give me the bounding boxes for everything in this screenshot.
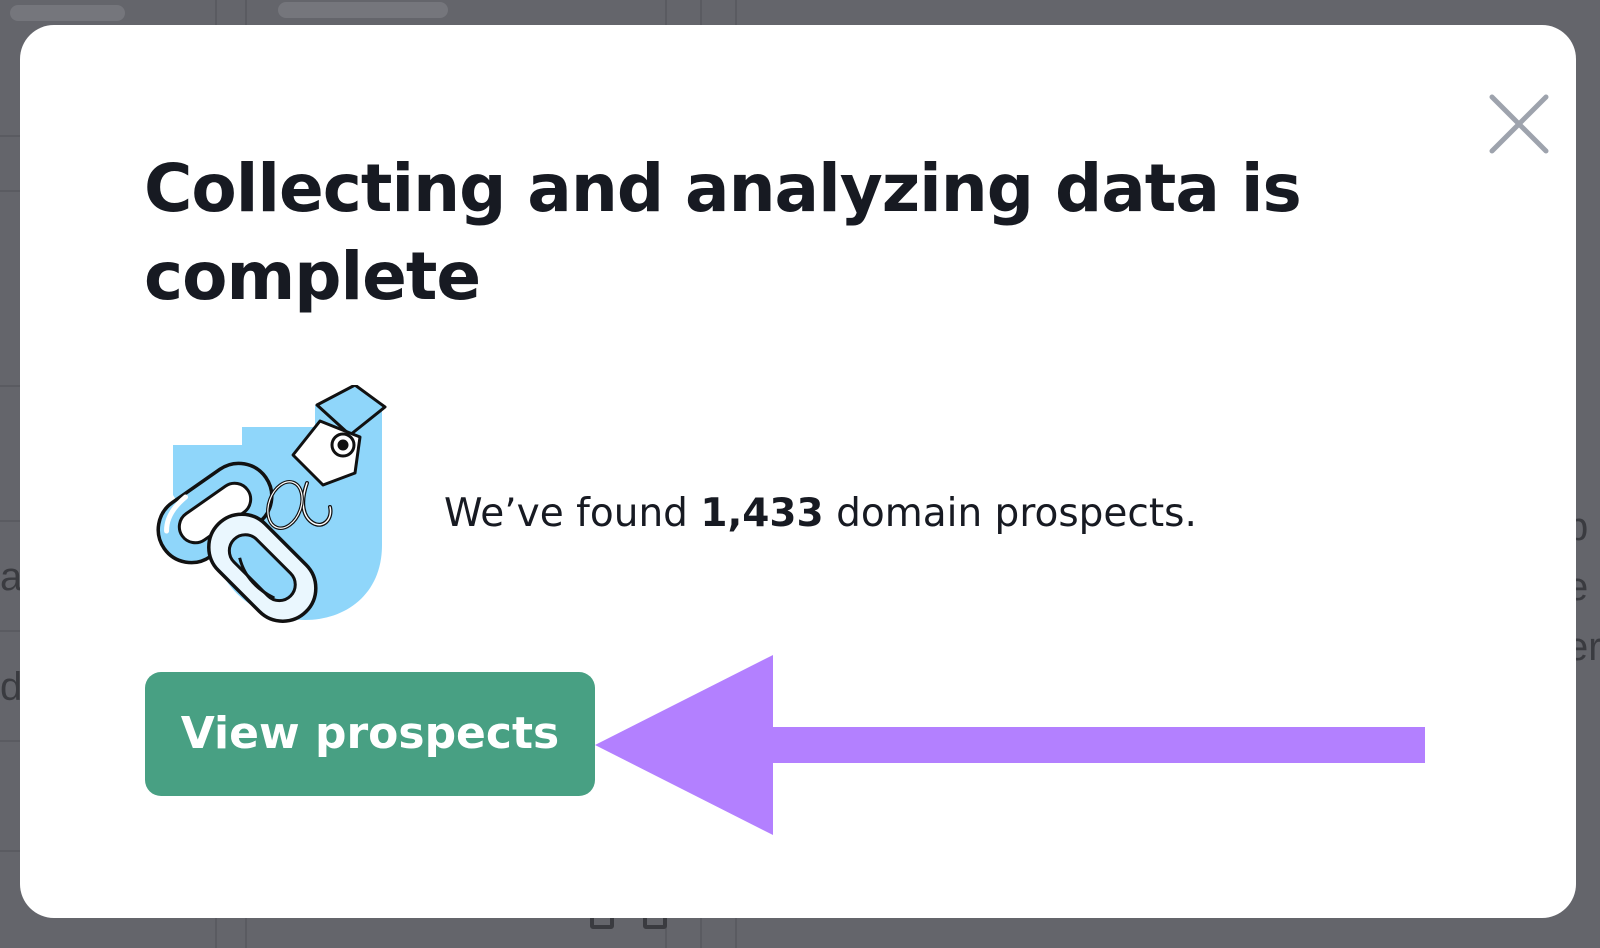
background-divider bbox=[0, 135, 20, 137]
background-pill bbox=[10, 5, 125, 21]
background-divider bbox=[0, 520, 20, 522]
background-divider bbox=[0, 385, 20, 387]
background-text: a bbox=[0, 555, 23, 599]
prospects-count: 1,433 bbox=[700, 491, 824, 536]
message-prefix: We’ve found bbox=[444, 491, 701, 536]
message-suffix: domain prospects. bbox=[823, 491, 1197, 536]
completion-dialog: Collecting and analyzing data is complet… bbox=[20, 25, 1576, 918]
arrow-left-icon bbox=[595, 655, 1455, 855]
chain-link-hook-icon bbox=[145, 385, 405, 635]
close-icon[interactable] bbox=[1482, 87, 1556, 161]
dialog-title: Collecting and analyzing data is complet… bbox=[144, 150, 1302, 315]
prospects-found-message: We’ve found 1,433 domain prospects. bbox=[444, 490, 1197, 538]
background-text: d bbox=[0, 665, 23, 709]
background-divider bbox=[0, 630, 20, 632]
background-divider bbox=[0, 850, 20, 852]
background-divider bbox=[0, 740, 20, 742]
view-prospects-button[interactable]: View prospects bbox=[145, 672, 595, 796]
background-pill bbox=[278, 2, 448, 18]
background-divider bbox=[0, 190, 20, 192]
